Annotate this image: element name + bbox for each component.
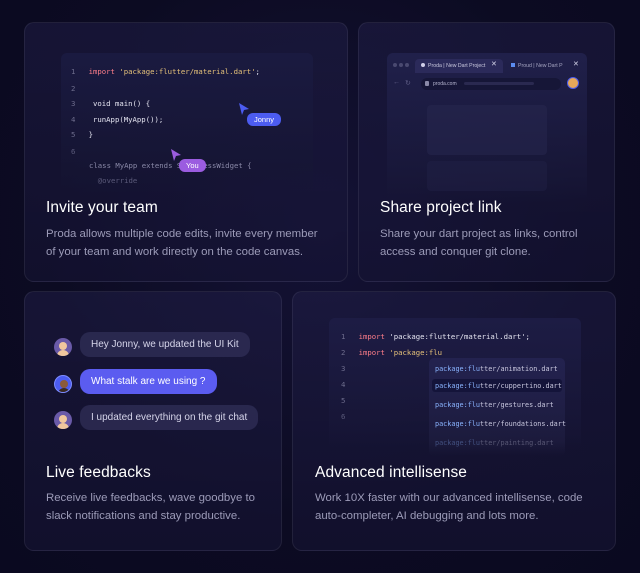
person-icon — [59, 415, 67, 423]
page-content-placeholder — [427, 161, 547, 191]
close-tab-icon[interactable]: ✕ — [491, 60, 497, 68]
autocomplete-item[interactable]: package:flutter/painting.dart — [435, 439, 554, 447]
browser-preview: Proda | New Dart Project Proud | New Dar… — [387, 53, 587, 203]
code-line-5: 5 } — [71, 130, 93, 139]
page-content-placeholder — [427, 105, 547, 155]
autocomplete-dropdown: package:flutter/animation.dart package:f… — [429, 358, 566, 456]
profile-avatar[interactable] — [567, 77, 579, 89]
live-feedbacks-card: Hey Jonny, we updated the UI Kit What st… — [24, 291, 282, 551]
chat-message-active[interactable]: What stalk are we using ? — [80, 369, 217, 394]
card-title: Share project link — [380, 199, 502, 216]
lock-icon — [425, 81, 429, 86]
code-line-5: 5 — [341, 396, 346, 405]
autocomplete-item[interactable]: package:flutter/gestures.dart — [435, 401, 554, 409]
card-description: Share your dart project as links, contro… — [380, 228, 578, 258]
avatar — [54, 411, 72, 429]
code-line-6: 6 — [71, 147, 76, 156]
code-line-3: 3 void main() { — [71, 99, 151, 108]
browser-tab[interactable]: Proud | New Dart P — [505, 59, 577, 73]
code-line-6: 6 — [341, 412, 346, 421]
code-line-1: 1 import 'package:flutter/material.dart'… — [71, 67, 260, 76]
autocomplete-item[interactable]: package:flutter/foundations.dart — [435, 420, 566, 428]
you-cursor-icon — [171, 149, 181, 161]
close-tab-icon[interactable]: ✕ — [573, 60, 579, 68]
autocomplete-item[interactable]: package:flutter/animation.dart — [435, 365, 558, 373]
tab-favicon-icon — [421, 63, 425, 67]
refresh-icon[interactable]: ↻ — [405, 79, 411, 87]
code-line-1: 1 import 'package:flutter/material.dart'… — [341, 332, 530, 341]
you-cursor-label: You — [179, 159, 206, 172]
window-dot-icon — [399, 63, 403, 67]
card-title: Advanced intellisense — [315, 464, 468, 481]
url-bar[interactable]: proda.com — [421, 78, 561, 90]
card-title: Invite your team — [46, 199, 158, 216]
window-dot-icon — [405, 63, 409, 67]
avatar — [54, 338, 72, 356]
chat-message: I updated everything on the git chat — [80, 405, 259, 430]
code-line-2: 2 import 'package:flu — [341, 348, 443, 357]
code-line-4: 4 runApp(MyApp()); — [71, 115, 164, 124]
chat-message: Hey Jonny, we updated the UI Kit — [80, 332, 250, 357]
code-editor-preview: 1 import 'package:flutter/material.dart'… — [61, 53, 313, 193]
code-line-2: 2 — [71, 84, 76, 93]
code-line-7: class MyApp extends StatelessWidget { — [89, 161, 252, 170]
person-icon — [60, 380, 68, 388]
card-title: Live feedbacks — [46, 464, 151, 481]
jonny-cursor-icon — [239, 103, 249, 115]
intellisense-card: 1 import 'package:flutter/material.dart'… — [292, 291, 616, 551]
code-line-8: @override — [89, 176, 138, 185]
code-editor-preview: 1 import 'package:flutter/material.dart'… — [329, 318, 581, 456]
tab-favicon-icon — [511, 63, 515, 67]
window-dot-icon — [393, 63, 397, 67]
card-description: Work 10X faster with our advanced intell… — [315, 492, 583, 522]
browser-tab-active[interactable]: Proda | New Dart Project — [415, 59, 503, 73]
share-link-card: Proda | New Dart Project Proud | New Dar… — [358, 22, 615, 282]
card-description: Receive live feedbacks, wave goodbye to … — [46, 492, 255, 522]
avatar — [54, 375, 72, 393]
back-arrow-icon[interactable]: ← — [393, 79, 400, 86]
invite-team-card: 1 import 'package:flutter/material.dart'… — [24, 22, 348, 282]
person-icon — [59, 342, 67, 350]
card-description: Proda allows multiple code edits, invite… — [46, 228, 318, 258]
jonny-cursor-label: Jonny — [247, 113, 282, 126]
code-line-4: 4 — [341, 380, 346, 389]
autocomplete-item[interactable]: package:flutter/cuppertino.dart — [435, 382, 562, 390]
code-line-3: 3 — [341, 364, 346, 373]
